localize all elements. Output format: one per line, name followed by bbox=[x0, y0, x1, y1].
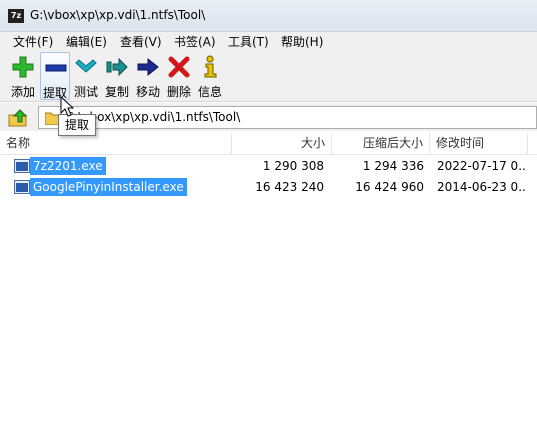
copy-arrow-icon bbox=[106, 57, 128, 77]
exe-file-icon bbox=[14, 159, 30, 173]
move-arrow-icon bbox=[137, 57, 159, 77]
window-title: G:\vbox\xp\xp.vdi\1.ntfs\Tool\ bbox=[30, 8, 206, 22]
column-size[interactable]: 大小 bbox=[232, 133, 332, 155]
move-button[interactable]: 移动 bbox=[133, 52, 163, 100]
menu-bookmarks[interactable]: 书签(A) bbox=[174, 33, 216, 50]
file-size: 16 423 240 bbox=[255, 180, 324, 194]
up-folder-icon[interactable] bbox=[8, 108, 30, 128]
column-modified[interactable]: 修改时间 bbox=[430, 133, 528, 155]
file-packed-size: 16 424 960 bbox=[355, 180, 424, 194]
minus-icon bbox=[45, 64, 67, 72]
exe-file-icon bbox=[14, 180, 30, 194]
delete-button[interactable]: 删除 bbox=[164, 52, 194, 100]
menu-file[interactable]: 文件(F) bbox=[13, 33, 53, 50]
file-list[interactable]: 名称 大小 压缩后大小 修改时间 7z2201.exe 1 290 308 1 … bbox=[0, 133, 537, 446]
menu-tools[interactable]: 工具(T) bbox=[228, 33, 269, 50]
file-row[interactable]: 7z2201.exe 1 290 308 1 294 336 2022-07-1… bbox=[0, 156, 537, 176]
check-chevron-icon bbox=[75, 59, 97, 73]
info-label: 信息 bbox=[197, 85, 222, 99]
file-size: 1 290 308 bbox=[262, 159, 324, 173]
column-packed-size[interactable]: 压缩后大小 bbox=[332, 133, 430, 155]
toolbar: 添加 提取 测试 复制 移动 删除 信息 bbox=[0, 50, 537, 102]
menu-edit[interactable]: 编辑(E) bbox=[66, 33, 107, 50]
test-button[interactable]: 测试 bbox=[71, 52, 101, 100]
list-header: 名称 大小 压缩后大小 修改时间 bbox=[0, 133, 537, 155]
mouse-pointer-icon bbox=[60, 96, 74, 117]
info-icon bbox=[204, 55, 217, 78]
address-field[interactable]: G:\vbox\xp\xp.vdi\1.ntfs\Tool\ bbox=[38, 106, 537, 129]
menu-bar: 文件(F) 编辑(E) 查看(V) 书签(A) 工具(T) 帮助(H) bbox=[0, 32, 537, 50]
copy-button[interactable]: 复制 bbox=[102, 52, 132, 100]
file-packed-size: 1 294 336 bbox=[362, 159, 424, 173]
menu-help[interactable]: 帮助(H) bbox=[281, 33, 323, 50]
title-bar: 7z G:\vbox\xp\xp.vdi\1.ntfs\Tool\ bbox=[0, 0, 537, 32]
file-name[interactable]: 7z2201.exe bbox=[30, 157, 106, 175]
plus-icon bbox=[12, 56, 34, 78]
x-icon bbox=[168, 56, 190, 78]
add-button[interactable]: 添加 bbox=[8, 52, 38, 100]
file-modified: 2022-07-17 0... bbox=[437, 159, 525, 173]
file-modified: 2014-06-23 0... bbox=[437, 180, 525, 194]
app-7zip-icon: 7z bbox=[8, 9, 24, 23]
column-more[interactable] bbox=[528, 133, 537, 155]
menu-view[interactable]: 查看(V) bbox=[120, 33, 162, 50]
file-row[interactable]: GooglePinyinInstaller.exe 16 423 240 16 … bbox=[0, 177, 537, 197]
column-name[interactable]: 名称 bbox=[0, 133, 232, 155]
extract-button[interactable]: 提取 bbox=[40, 52, 70, 100]
info-button[interactable]: 信息 bbox=[195, 52, 225, 100]
file-name[interactable]: GooglePinyinInstaller.exe bbox=[30, 178, 187, 196]
